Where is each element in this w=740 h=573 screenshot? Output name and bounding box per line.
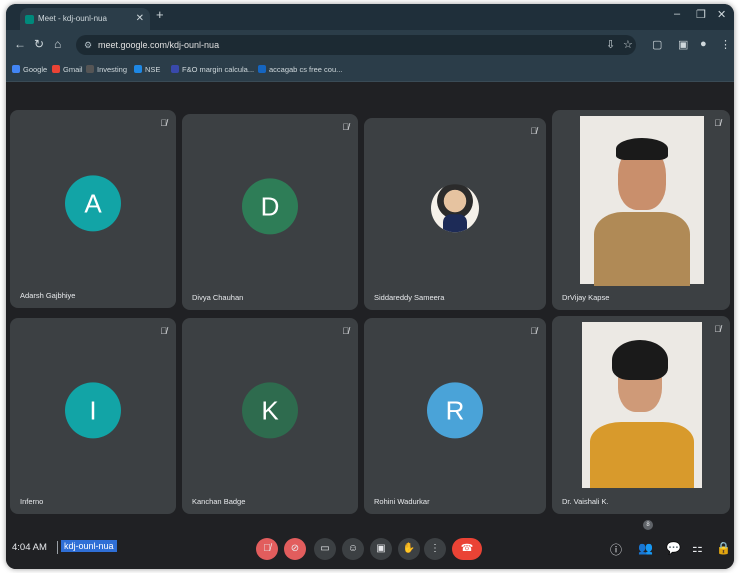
back-icon[interactable]: ← [14, 37, 26, 51]
url-input[interactable]: ⚙ meet.google.com/kdj-ounl-nua [76, 35, 636, 55]
participant-tile[interactable]: K 🎙̸ Kanchan Badge [182, 318, 358, 514]
investing-icon [86, 65, 94, 73]
leave-call-button[interactable]: ☎ [452, 538, 482, 560]
participant-tile[interactable]: 🎙̸ Siddareddy Sameera [364, 118, 546, 310]
chat-icon[interactable]: 💬 [666, 541, 681, 555]
sidebar-icon[interactable]: ▣ [678, 38, 688, 51]
video-feed [582, 322, 702, 488]
clock-time: 4:04 AM [12, 542, 47, 553]
nse-icon [134, 65, 142, 73]
reload-icon[interactable]: ↻ [34, 37, 44, 51]
extensions-icon[interactable]: ▢ [652, 38, 662, 51]
address-bar: ← ↻ ⌂ ⚙ meet.google.com/kdj-ounl-nua ⇩ ☆… [6, 30, 734, 60]
host-controls-icon[interactable]: 🔒 [716, 541, 731, 555]
activities-icon[interactable]: ⚏ [692, 541, 703, 555]
participant-name: DrVijay Kapse [562, 293, 610, 302]
participant-name: Inferno [20, 497, 44, 506]
install-icon[interactable]: ⇩ [606, 38, 615, 51]
bookmarks-bar: Google Gmail Investing NSE F&O margin ca… [6, 60, 734, 82]
bookmark-star-icon[interactable]: ☆ [623, 38, 633, 51]
site-info-icon[interactable]: ⚙ [84, 35, 92, 55]
home-icon[interactable]: ⌂ [54, 37, 61, 51]
zerodha-icon [171, 65, 179, 73]
meeting-code: kdj-ounl-nua [61, 540, 117, 552]
participant-name: Dr. Vaishali K. [562, 497, 609, 506]
bookmark-investing[interactable]: Investing [86, 65, 127, 74]
participant-count-badge: 8 [643, 520, 653, 530]
participant-tile[interactable]: D 🎙̸ Divya Chauhan [182, 114, 358, 310]
gmail-icon [52, 65, 60, 73]
participant-name: Kanchan Badge [192, 497, 246, 506]
divider [57, 541, 58, 554]
menu-icon[interactable]: ⋮ [720, 38, 731, 51]
avatar: A [65, 175, 121, 232]
present-button[interactable]: ▣ [370, 538, 392, 560]
camera-toggle-button[interactable]: ⊘ [284, 538, 306, 560]
mic-off-icon: 🎙̸ [342, 122, 349, 132]
meet-screen: Meet - kdj-ounl-nua ✕ + – ❐ ✕ ← ↻ ⌂ ⚙ me… [6, 4, 734, 569]
participant-tile[interactable]: I 🎙̸ Inferno [10, 318, 176, 514]
meet-favicon-icon [25, 15, 34, 24]
tab-title: Meet - kdj-ounl-nua [38, 14, 107, 23]
bookmark-free-course[interactable]: accagab cs free cou... [258, 65, 342, 74]
avatar: R [427, 382, 483, 439]
bookmark-google[interactable]: Google [12, 65, 47, 74]
new-tab-button[interactable]: + [156, 7, 164, 22]
profile-photo [431, 184, 479, 233]
mic-off-icon: 🎙̸ [342, 326, 349, 336]
browser-tab-strip: Meet - kdj-ounl-nua ✕ + – ❐ ✕ [6, 4, 734, 30]
video-feed [580, 116, 704, 286]
url-text: meet.google.com/kdj-ounl-nua [98, 40, 220, 50]
tab-close-icon[interactable]: ✕ [136, 8, 144, 30]
participant-name: Adarsh Gajbhiye [20, 291, 76, 300]
captions-button[interactable]: ▭ [314, 538, 336, 560]
participant-name: Siddareddy Sameera [374, 293, 445, 302]
bookmark-margin-calc[interactable]: F&O margin calcula... [171, 65, 254, 74]
maximize-icon[interactable]: ❐ [696, 8, 706, 21]
course-icon [258, 65, 266, 73]
bookmark-gmail[interactable]: Gmail [52, 65, 83, 74]
minimize-icon[interactable]: – [674, 8, 680, 20]
mic-off-icon: 🎙̸ [714, 118, 721, 128]
meeting-controls-bar: 4:04 AM kdj-ounl-nua 🎙̸ ⊘ ▭ ☺ ▣ ✋ ⋮ ☎ ⓘ … [6, 529, 734, 569]
avatar: I [65, 382, 121, 439]
profile-avatar[interactable]: ● [700, 38, 707, 50]
emoji-button[interactable]: ☺ [342, 538, 364, 560]
participant-tile[interactable]: 🎙̸ DrVijay Kapse [552, 110, 730, 310]
avatar: K [242, 382, 298, 439]
mic-off-icon: 🎙̸ [530, 326, 537, 336]
mic-off-icon: 🎙̸ [714, 324, 721, 334]
participant-tile[interactable]: 🎙̸ Dr. Vaishali K. [552, 316, 730, 514]
mic-off-icon: 🎙̸ [160, 118, 167, 128]
mic-toggle-button[interactable]: 🎙̸ [256, 538, 278, 560]
participant-name: Divya Chauhan [192, 293, 244, 302]
browser-tab[interactable]: Meet - kdj-ounl-nua ✕ [20, 8, 150, 30]
participant-name: Rohini Wadurkar [374, 497, 430, 506]
avatar: D [242, 178, 298, 235]
participant-tile[interactable]: A 🎙̸ Adarsh Gajbhiye [10, 110, 176, 308]
meeting-info-icon[interactable]: ⓘ [610, 541, 622, 558]
mic-off-icon: 🎙̸ [530, 126, 537, 136]
close-window-icon[interactable]: ✕ [717, 8, 726, 21]
participant-tile[interactable]: R 🎙̸ Rohini Wadurkar [364, 318, 546, 514]
mic-off-icon: 🎙̸ [160, 326, 167, 336]
people-icon[interactable]: 👥 [638, 541, 653, 555]
google-icon [12, 65, 20, 73]
more-options-button[interactable]: ⋮ [424, 538, 446, 560]
raise-hand-button[interactable]: ✋ [398, 538, 420, 560]
bookmark-nse[interactable]: NSE [134, 65, 160, 74]
